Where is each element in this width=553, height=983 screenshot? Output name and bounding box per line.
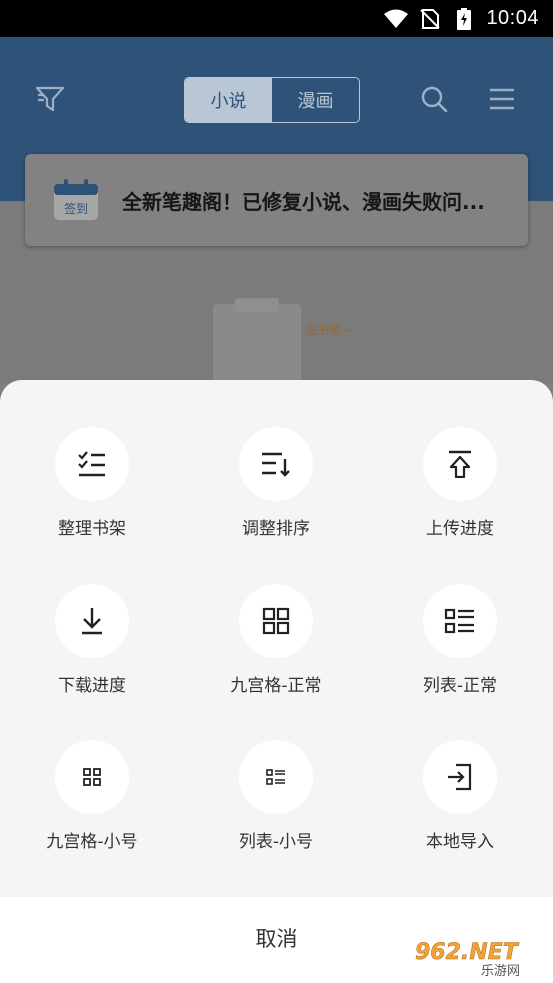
list-small-label: 列表-小号 bbox=[238, 832, 314, 852]
sort-icon bbox=[239, 427, 313, 501]
battery-charging-icon bbox=[452, 7, 476, 30]
local-import-label: 本地导入 bbox=[426, 832, 494, 852]
status-time: 10:04 bbox=[486, 7, 539, 29]
status-bar: 10:04 bbox=[0, 0, 553, 37]
notice-banner[interactable]: 签到 全新笔趣阁！已修复小说、漫画失败问... bbox=[25, 154, 528, 246]
menu-icon[interactable] bbox=[484, 81, 520, 117]
organize-shelf-option[interactable]: 整理书架 bbox=[0, 427, 184, 557]
download-progress-label: 下载进度 bbox=[58, 676, 126, 696]
list-small-icon bbox=[239, 740, 313, 814]
content-type-toggle: 小说 漫画 bbox=[184, 77, 360, 123]
list-normal-label: 列表-正常 bbox=[422, 676, 498, 696]
upload-progress-label: 上传进度 bbox=[426, 519, 494, 539]
calendar-checkin-icon: 签到 bbox=[54, 179, 98, 220]
watermark-top-text: 962.NET bbox=[415, 940, 520, 965]
filter-icon[interactable] bbox=[32, 81, 68, 117]
tab-novel[interactable]: 小说 bbox=[185, 78, 272, 122]
notice-text: 全新笔趣阁！已修复小说、漫画失败问... bbox=[122, 189, 485, 214]
empty-shelf-illustration: 没书啦~ bbox=[213, 298, 351, 388]
grid-small-label: 九宫格-小号 bbox=[46, 832, 138, 852]
list-small-option[interactable]: 列表-小号 bbox=[184, 740, 368, 870]
watermark-bottom-text: 乐游网 bbox=[481, 964, 520, 977]
empty-shelf-label: 没书啦~ bbox=[305, 322, 351, 337]
bookshelf-action-sheet: 整理书架 调整排序 上传进度 下载进度 九宫格-正常 列表-正常 九宫格-小号 … bbox=[0, 380, 553, 897]
download-progress-option[interactable]: 下载进度 bbox=[0, 584, 184, 714]
list-icon bbox=[423, 584, 497, 658]
upload-icon bbox=[423, 427, 497, 501]
no-sim-icon bbox=[418, 8, 442, 30]
wifi-icon bbox=[384, 8, 409, 30]
adjust-sort-option[interactable]: 调整排序 bbox=[184, 427, 368, 557]
upload-progress-option[interactable]: 上传进度 bbox=[368, 427, 552, 557]
organize-list-icon bbox=[55, 427, 129, 501]
import-icon bbox=[423, 740, 497, 814]
list-normal-option[interactable]: 列表-正常 bbox=[368, 584, 552, 714]
organize-shelf-label: 整理书架 bbox=[58, 519, 126, 539]
adjust-sort-label: 调整排序 bbox=[242, 519, 310, 539]
tab-comic[interactable]: 漫画 bbox=[272, 78, 359, 122]
calendar-label: 签到 bbox=[64, 201, 88, 216]
grid-small-option[interactable]: 九宫格-小号 bbox=[0, 740, 184, 870]
grid-small-icon bbox=[55, 740, 129, 814]
cancel-label: 取消 bbox=[255, 927, 298, 951]
download-icon bbox=[55, 584, 129, 658]
site-watermark: 962.NET 乐游网 bbox=[415, 940, 520, 977]
grid-icon bbox=[239, 584, 313, 658]
local-import-option[interactable]: 本地导入 bbox=[368, 740, 552, 870]
grid-normal-option[interactable]: 九宫格-正常 bbox=[184, 584, 368, 714]
grid-normal-label: 九宫格-正常 bbox=[230, 676, 322, 696]
search-icon[interactable] bbox=[416, 81, 452, 117]
